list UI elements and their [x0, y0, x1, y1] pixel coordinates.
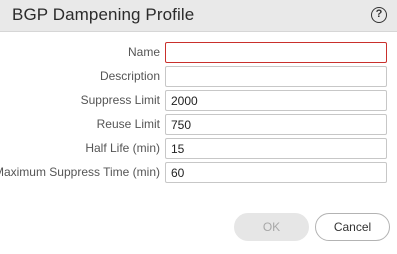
form-row-description: Description: [0, 66, 397, 88]
reuse-limit-label: Reuse Limit: [96, 117, 160, 131]
description-input[interactable]: [165, 66, 387, 87]
name-input[interactable]: [165, 42, 387, 63]
form-row-reuse-limit: Reuse Limit: [0, 114, 397, 136]
description-label: Description: [99, 69, 160, 83]
form-row-half-life: Half Life (min): [0, 138, 397, 160]
suppress-limit-input[interactable]: [165, 90, 387, 111]
suppress-limit-label: Suppress Limit: [80, 93, 160, 107]
bgp-dampening-profile-dialog: BGP Dampening Profile ? Name Description…: [0, 0, 397, 254]
form-row-name: Name: [0, 42, 397, 64]
name-label: Name: [127, 45, 160, 59]
half-life-label: Half Life (min): [85, 141, 160, 155]
ok-button[interactable]: OK: [234, 213, 309, 241]
max-suppress-time-input[interactable]: [165, 162, 387, 183]
help-icon[interactable]: ?: [371, 7, 387, 23]
form-row-max-suppress-time: Maximum Suppress Time (min): [0, 162, 397, 184]
dialog-header: BGP Dampening Profile ?: [0, 0, 397, 32]
half-life-input[interactable]: [165, 138, 387, 159]
dialog-title: BGP Dampening Profile: [12, 5, 195, 24]
reuse-limit-input[interactable]: [165, 114, 387, 135]
cancel-button[interactable]: Cancel: [315, 213, 390, 241]
form-row-suppress-limit: Suppress Limit: [0, 90, 397, 112]
max-suppress-time-label: Maximum Suppress Time (min): [0, 165, 160, 179]
